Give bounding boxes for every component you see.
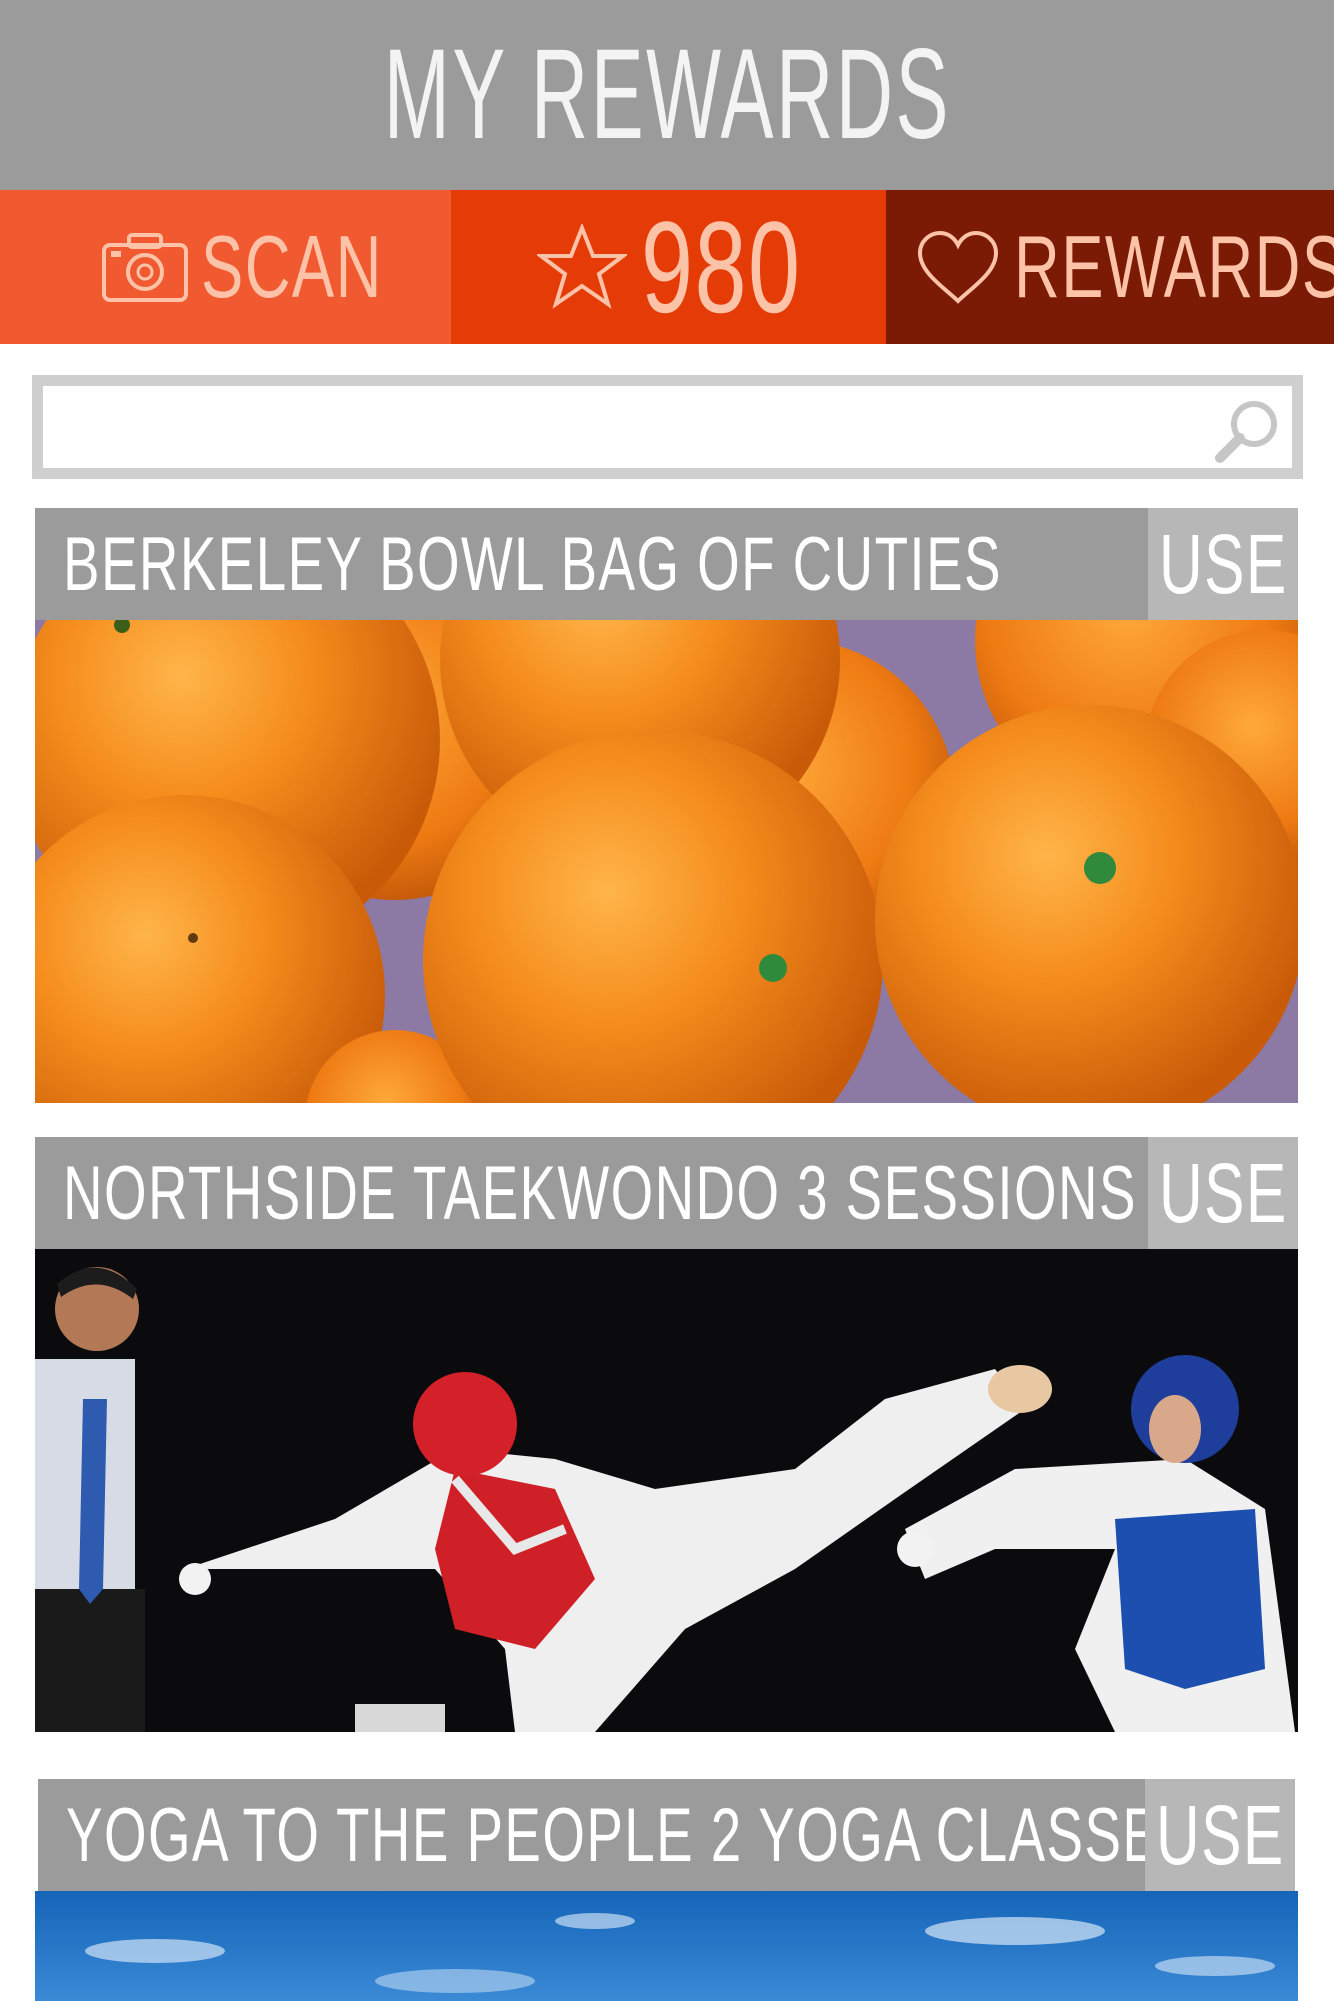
search-box [32,375,1303,479]
reward-image-taekwondo [35,1249,1298,1732]
scan-label: SCAN [200,217,383,316]
reward-title-bar: BERKELEY BOWL BAG OF CUTIES USE [35,508,1298,620]
points-balance[interactable]: 980 [451,190,886,344]
rewards-button[interactable]: REWARDS [886,190,1334,344]
heart-icon [917,230,999,304]
reward-title: NORTHSIDE TAEKWONDO 3 SESSIONS [63,1150,1137,1236]
reward-card: NORTHSIDE TAEKWONDO 3 SESSIONS USE [35,1137,1298,1732]
search-field [43,386,1292,468]
page-title: MY REWARDS [383,23,951,166]
use-button[interactable]: USE [1145,1779,1295,1891]
points-value: 980 [640,194,801,340]
reward-title-bar: YOGA TO THE PEOPLE 2 YOGA CLASSES USE [38,1779,1295,1891]
reward-card: YOGA TO THE PEOPLE 2 YOGA CLASSES USE [35,1779,1298,2001]
scan-button[interactable]: SCAN [0,190,451,344]
reward-card: BERKELEY BOWL BAG OF CUTIES USE [35,508,1298,1103]
reward-title: YOGA TO THE PEOPLE 2 YOGA CLASSES [66,1792,1199,1878]
nav-bar: SCAN 980 REWARDS [0,190,1334,344]
use-button[interactable]: USE [1148,508,1298,620]
reward-image-oranges [35,620,1298,1103]
reward-title-bar: NORTHSIDE TAEKWONDO 3 SESSIONS USE [35,1137,1298,1249]
reward-image-sky [35,1891,1298,2001]
rewards-label: REWARDS [1014,217,1334,316]
use-button[interactable]: USE [1148,1137,1298,1249]
app-header: MY REWARDS [0,0,1334,190]
search-input[interactable] [43,386,1213,468]
reward-title: BERKELEY BOWL BAG OF CUTIES [63,521,1002,607]
star-icon [536,224,627,309]
search-icon[interactable] [1212,396,1282,466]
camera-icon [101,233,188,302]
